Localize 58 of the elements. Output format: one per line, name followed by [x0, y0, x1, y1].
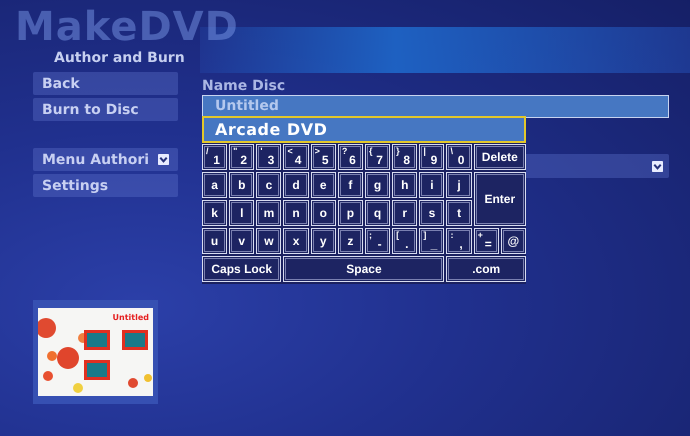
- keyboard-key[interactable]: / 1: [202, 144, 228, 170]
- keyboard-key[interactable]: n: [283, 200, 309, 226]
- keyboard-key[interactable]: e: [310, 172, 336, 198]
- keyboard-key[interactable]: \ 0: [446, 144, 472, 170]
- dropdown-label: Menu Authori: [42, 152, 150, 168]
- keyboard-key[interactable]: o: [310, 200, 336, 226]
- keyboard-key[interactable]: b: [229, 172, 254, 198]
- keyboard-key[interactable]: | 9: [419, 144, 444, 170]
- keyboard-key[interactable]: @: [500, 228, 526, 254]
- keyboard-key[interactable]: u: [202, 228, 228, 254]
- menu-button[interactable]: Back: [33, 72, 178, 95]
- keyboard-key[interactable]: ; -: [364, 228, 390, 254]
- keyboard-key[interactable]: s: [419, 200, 444, 226]
- keyboard-key[interactable]: ' 3: [256, 144, 282, 170]
- keyboard-key[interactable]: Enter: [474, 172, 526, 226]
- menu-dropdown[interactable]: Menu Authori: [33, 148, 178, 171]
- keyboard-key[interactable]: { 7: [364, 144, 390, 170]
- keyboard-key[interactable]: > 5: [310, 144, 336, 170]
- keyboard-key[interactable]: a: [202, 172, 228, 198]
- sidebar-title: Author and Burn: [53, 50, 185, 66]
- keyboard-key[interactable]: r: [392, 200, 418, 226]
- menu-button[interactable]: Settings: [33, 174, 178, 197]
- keyboard-key[interactable]: ? 6: [338, 144, 363, 170]
- keyboard-key[interactable]: f: [338, 172, 363, 198]
- keyboard-key[interactable]: [ .: [392, 228, 418, 254]
- menu-button[interactable]: Burn to Disc: [33, 98, 178, 121]
- chevron-down-icon: [652, 160, 663, 172]
- keyboard-key[interactable]: } 8: [392, 144, 418, 170]
- keyboard-key[interactable]: g: [364, 172, 390, 198]
- keyboard-key[interactable]: p: [338, 200, 363, 226]
- keyboard-key[interactable]: c: [256, 172, 282, 198]
- keyboard-key[interactable]: Space: [283, 256, 444, 282]
- suggestion-item[interactable]: Arcade DVD: [202, 116, 526, 143]
- name-disc-label: Name Disc: [202, 78, 286, 94]
- keyboard-key[interactable]: h: [392, 172, 418, 198]
- keyboard-key[interactable]: k: [202, 200, 228, 226]
- keyboard-key[interactable]: d: [283, 172, 309, 198]
- keyboard-key[interactable]: < 4: [283, 144, 309, 170]
- chevron-down-icon: [158, 154, 169, 165]
- keyboard-key[interactable]: x: [283, 228, 309, 254]
- keyboard-key[interactable]: " 2: [229, 144, 254, 170]
- keyboard-key[interactable]: Delete: [474, 144, 526, 170]
- keyboard-key[interactable]: z: [338, 228, 363, 254]
- keyboard-key[interactable]: j: [446, 172, 472, 198]
- keyboard-key[interactable]: t: [446, 200, 472, 226]
- keyboard-key[interactable]: Caps Lock: [202, 256, 282, 282]
- keyboard-key[interactable]: q: [364, 200, 390, 226]
- keyboard-key[interactable]: : ,: [446, 228, 472, 254]
- keyboard-key[interactable]: i: [419, 172, 444, 198]
- keyboard-key[interactable]: w: [256, 228, 282, 254]
- preview-title: Untitled: [112, 313, 149, 322]
- keyboard-key[interactable]: .com: [446, 256, 526, 282]
- keyboard-key[interactable]: ] _: [419, 228, 444, 254]
- keyboard-key[interactable]: l: [229, 200, 254, 226]
- keyboard-key[interactable]: v: [229, 228, 254, 254]
- keyboard-key[interactable]: y: [310, 228, 336, 254]
- keyboard-key[interactable]: + =: [474, 228, 499, 254]
- keyboard-key[interactable]: m: [256, 200, 282, 226]
